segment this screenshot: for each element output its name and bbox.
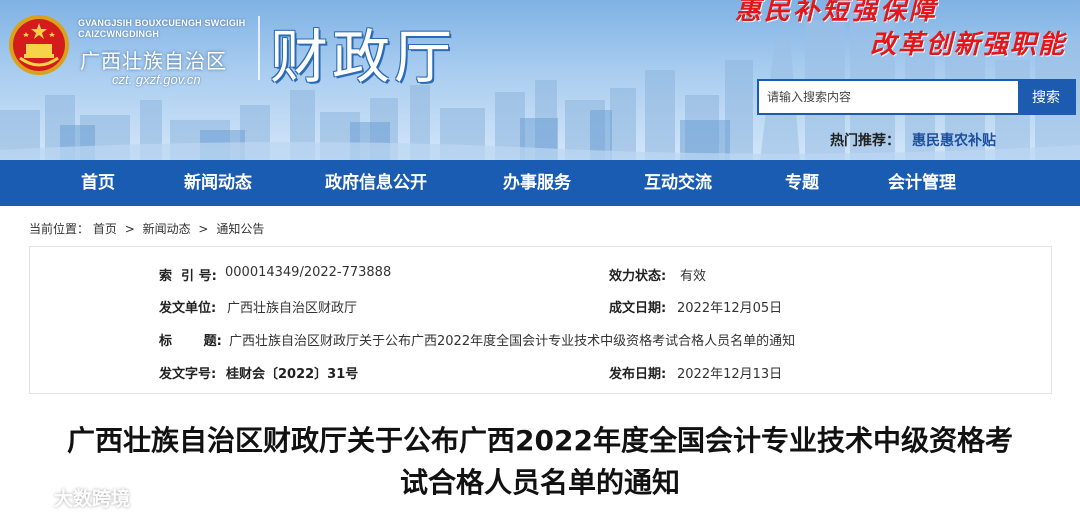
main-nav: 首页 新闻动态 政府信息公开 办事服务 互动交流 专题 会计管理 <box>0 160 1080 206</box>
breadcrumb-item-home[interactable]: 首页 <box>93 222 117 236</box>
slogan-top: 惠民补短强保障 <box>735 0 939 26</box>
department-logo-text[interactable]: 财政厅 <box>270 10 456 94</box>
slogan-bottom: 改革创新强职能 <box>870 30 1067 60</box>
pinyin-line-2: CAIZCWNGDINGH <box>78 29 160 39</box>
search-box: 搜索 <box>757 79 1076 115</box>
doc-number-value: 桂财会〔2022〕31号 <box>226 367 359 382</box>
published-date-label: 发布日期: <box>609 367 667 382</box>
site-domain: czt. gxzf.gov.cn <box>112 72 201 87</box>
nav-item-home[interactable]: 首页 <box>81 160 115 206</box>
nav-item-accounting[interactable]: 会计管理 <box>888 160 956 206</box>
issuer-value: 广西壮族自治区财政厅 <box>227 301 358 316</box>
header-banner: GVANGJSIH BOUXCUENGH SWCIGIH CAIZCWNGDIN… <box>0 0 1080 160</box>
site-name-pinyin: GVANGJSIH BOUXCUENGH SWCIGIH CAIZCWNGDIN… <box>78 18 268 40</box>
index-number-value: 000014349/2022-773888 <box>225 265 392 280</box>
breadcrumb-item-news[interactable]: 新闻动态 <box>143 222 191 236</box>
breadcrumb-prefix: 当前位置： <box>29 222 90 236</box>
search-button[interactable]: 搜索 <box>1018 81 1074 113</box>
breadcrumb-separator: > <box>198 222 209 236</box>
nav-item-services[interactable]: 办事服务 <box>503 160 571 206</box>
nav-item-news[interactable]: 新闻动态 <box>184 160 252 206</box>
doc-title-value: 广西壮族自治区财政厅关于公布广西2022年度全国会计专业技术中级资格考试合格人员… <box>229 334 796 349</box>
breadcrumb-separator: > <box>124 222 135 236</box>
validity-label: 效力状态: <box>609 269 667 284</box>
document-info-panel: 索 引 号: 000014349/2022-773888 效力状态: 有效 发文… <box>29 246 1052 394</box>
created-date-label: 成文日期: <box>609 301 667 316</box>
nav-item-topics[interactable]: 专题 <box>785 160 819 206</box>
site-name: 广西壮族自治区 <box>80 49 227 73</box>
doc-title-label: 标 题: <box>159 334 222 349</box>
article-title: 广西壮族自治区财政厅关于公布广西2022年度全国会计专业技术中级资格考 试合格人… <box>30 420 1050 504</box>
article-title-line-1: 广西壮族自治区财政厅关于公布广西2022年度全国会计专业技术中级资格考 <box>67 424 1013 457</box>
nav-item-interaction[interactable]: 互动交流 <box>644 160 712 206</box>
breadcrumb-item-notices[interactable]: 通知公告 <box>216 222 264 236</box>
header-divider <box>258 16 260 80</box>
doc-number-label: 发文字号: <box>159 367 217 382</box>
published-date-value: 2022年12月13日 <box>677 367 783 382</box>
pinyin-line-1: GVANGJSIH BOUXCUENGH SWCIGIH <box>78 18 246 28</box>
hot-recommend-link[interactable]: 惠民惠农补贴 <box>912 130 996 150</box>
nav-item-gov-info[interactable]: 政府信息公开 <box>325 160 427 206</box>
created-date-value: 2022年12月05日 <box>677 301 783 316</box>
article-title-line-2: 试合格人员名单的通知 <box>399 466 680 499</box>
watermark: 大数跨境 <box>10 484 130 511</box>
index-number-label: 索 引 号: <box>159 269 217 284</box>
breadcrumb: 当前位置： 首页 > 新闻动态 > 通知公告 <box>29 220 264 237</box>
national-emblem-icon <box>9 15 69 75</box>
issuer-label: 发文单位: <box>159 301 217 316</box>
chat-bubble-icon <box>12 489 50 507</box>
watermark-text: 大数跨境 <box>54 488 131 510</box>
search-input[interactable] <box>759 81 1033 113</box>
hot-recommend-label: 热门推荐： <box>830 133 900 149</box>
validity-value: 有效 <box>680 269 707 284</box>
